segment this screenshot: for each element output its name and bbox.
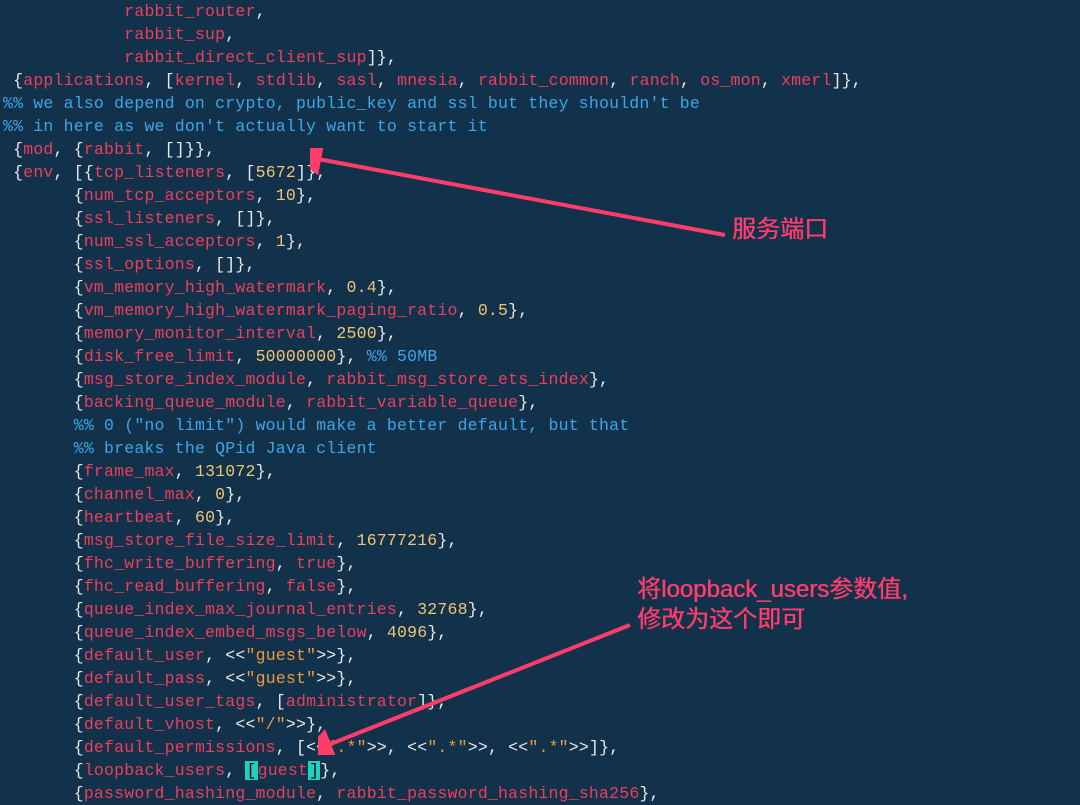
annotation-line-2: 修改为这个即可 [637, 606, 805, 633]
annotation-line-1: 将loopback_users参数值, [637, 576, 908, 603]
annotation-service-port: 服务端口 [732, 215, 828, 245]
erlang-config-code: rabbit_router, rabbit_sup, rabbit_direct… [3, 0, 862, 805]
annotation-loopback-users: 将loopback_users参数值, 修改为这个即可 [637, 575, 908, 635]
